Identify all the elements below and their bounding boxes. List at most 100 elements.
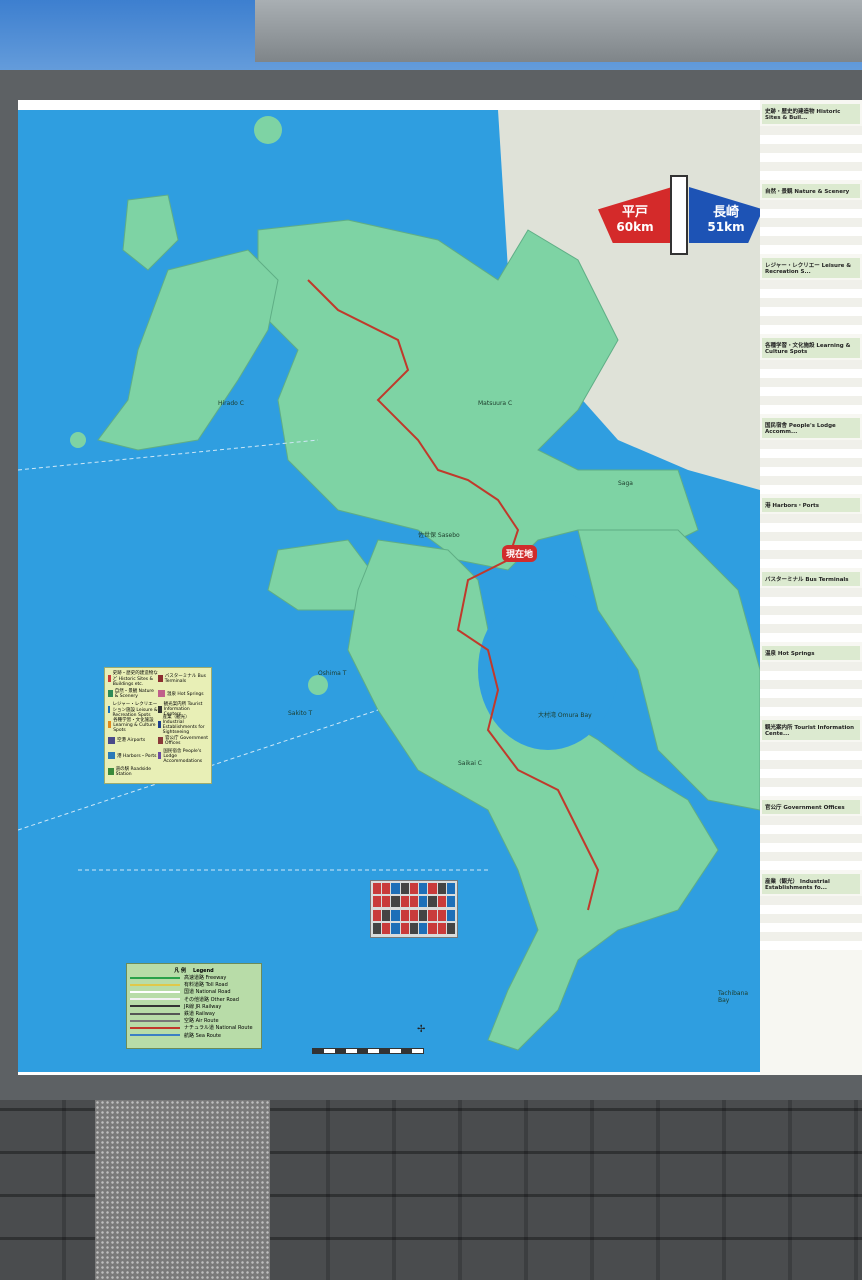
side-list-row — [760, 742, 862, 751]
side-list-row — [760, 289, 862, 298]
line-legend-label: その他道路 Other Road — [184, 996, 239, 1003]
poi-icon — [382, 883, 391, 894]
icon-legend-item: 各種学習・文化施設 Learning & Culture Spots — [108, 717, 158, 733]
icon-legend-label: 国民宿舎 People's Lodge Accommodations — [163, 748, 203, 764]
side-list-row — [760, 532, 862, 541]
line-legend-label: 航路 Sea Route — [184, 1032, 222, 1039]
island — [70, 432, 86, 448]
side-list-row — [760, 825, 862, 834]
side-list-row — [760, 523, 862, 532]
side-list-row — [760, 126, 862, 135]
legend-swatch-icon — [108, 736, 115, 744]
line-legend-label: 国道 National Road — [184, 989, 231, 996]
side-list-row — [760, 135, 862, 144]
gravel-strip — [95, 1100, 270, 1280]
line-legend-title: 凡 例 Legend — [130, 967, 258, 974]
side-section-heading: 産業（観光） Industrial Establishments fo... — [762, 874, 860, 894]
poi-icon — [400, 883, 409, 894]
poi-icon — [428, 883, 437, 894]
line-legend-item: 有料道路 Toll Road — [130, 981, 258, 988]
sign-left-hirado: 平戸 60km — [598, 187, 672, 243]
poi-icon — [409, 922, 419, 934]
side-list-row — [760, 325, 862, 334]
legend-swatch-icon — [108, 690, 113, 698]
side-list-row — [760, 896, 862, 905]
side-list-row — [760, 662, 862, 671]
side-list-row — [760, 834, 862, 843]
legend-line-swatch — [130, 990, 180, 993]
side-list-row — [760, 689, 862, 698]
island — [308, 675, 328, 695]
icon-legend-item: 温泉 Hot Springs — [158, 687, 208, 701]
poi-icon — [437, 922, 446, 934]
hirado-land — [97, 249, 279, 451]
side-list-row — [760, 440, 862, 449]
side-list-row — [760, 236, 862, 245]
poi-icon — [437, 909, 446, 921]
side-section-heading: 自然・景観 Nature & Scenery — [762, 184, 860, 198]
poi-icon — [437, 883, 446, 894]
current-location-pin: 現在地 — [502, 545, 538, 562]
ikitsuki-land — [122, 194, 179, 271]
side-list-row — [760, 816, 862, 825]
line-legend-item: 鉄道 Railway — [130, 1010, 258, 1017]
legend-swatch-icon — [158, 736, 164, 744]
icon-legend-label: 各種学習・文化施設 Learning & Culture Spots — [113, 717, 156, 733]
poi-icon — [409, 909, 419, 921]
poi-icon — [373, 896, 382, 908]
side-list-row — [760, 162, 862, 171]
icon-grid-panel — [370, 880, 458, 938]
sign-right-name: 長崎 — [712, 205, 739, 220]
poi-icon — [373, 909, 382, 921]
side-list-row — [760, 360, 862, 369]
line-legend-item: JR線 JR Railway — [130, 1003, 258, 1010]
line-legend-item: その他道路 Other Road — [130, 996, 258, 1003]
line-legend-item: 空路 Air Route — [130, 1017, 258, 1024]
poi-icon — [409, 883, 419, 894]
side-list-row — [760, 680, 862, 689]
poi-icon — [373, 922, 382, 934]
side-list-row — [760, 778, 862, 787]
sign-left-distance: 60km — [616, 220, 654, 234]
side-list-row — [760, 245, 862, 254]
legend-title-en: Legend — [193, 968, 214, 974]
side-list-row — [760, 485, 862, 494]
place-label: Saikai C — [458, 760, 482, 767]
place-label: Matsuura C — [478, 400, 513, 407]
side-section-heading: 港 Harbors・Ports — [762, 498, 860, 512]
icon-legend-item: バスターミナル Bus Terminals — [158, 671, 208, 685]
side-list-row — [760, 606, 862, 615]
place-label: 大村湾 Omura Bay — [538, 712, 592, 719]
side-list-row — [760, 307, 862, 316]
poi-icon — [391, 883, 400, 894]
side-list-row — [760, 316, 862, 325]
poi-icon — [400, 909, 409, 921]
sign-left-name: 平戸 — [621, 205, 648, 220]
side-list-row — [760, 905, 862, 914]
icon-legend-label: 港 Harbors・Ports — [117, 753, 157, 759]
side-section-heading: レジャー・レクリエー Leisure & Recreation S... — [762, 258, 860, 278]
shelter-roof — [255, 0, 862, 62]
icon-legend-item: 官公庁 Government Offices — [158, 733, 208, 747]
icon-legend-item: 産業（観光） Industrial Establishments for Sig… — [158, 715, 208, 735]
icon-legend-item: 国民宿舎 People's Lodge Accommodations — [158, 748, 208, 764]
legend-swatch-icon — [108, 705, 111, 713]
line-legend-label: 空路 Air Route — [184, 1018, 219, 1025]
line-legend-item: 国道 National Road — [130, 988, 258, 995]
poi-icon — [428, 896, 437, 908]
direction-sign: 平戸 60km 長崎 51km — [598, 175, 763, 255]
legend-line-swatch — [130, 998, 180, 1001]
legend-swatch-icon — [158, 690, 165, 698]
side-list-row — [760, 698, 862, 707]
side-list-row — [760, 914, 862, 923]
icon-legend-label: 自然・景観 Nature & Scenery — [114, 689, 154, 700]
side-list-row — [760, 541, 862, 550]
poi-icon — [419, 922, 428, 934]
side-list-row — [760, 769, 862, 778]
legend-swatch-icon — [158, 674, 163, 682]
legend-swatch-icon — [108, 767, 114, 775]
poi-icon — [446, 883, 455, 894]
icon-legend-item: 道の駅 Roadside Station — [108, 764, 158, 778]
poi-icon — [409, 896, 419, 908]
side-list-row — [760, 932, 862, 941]
